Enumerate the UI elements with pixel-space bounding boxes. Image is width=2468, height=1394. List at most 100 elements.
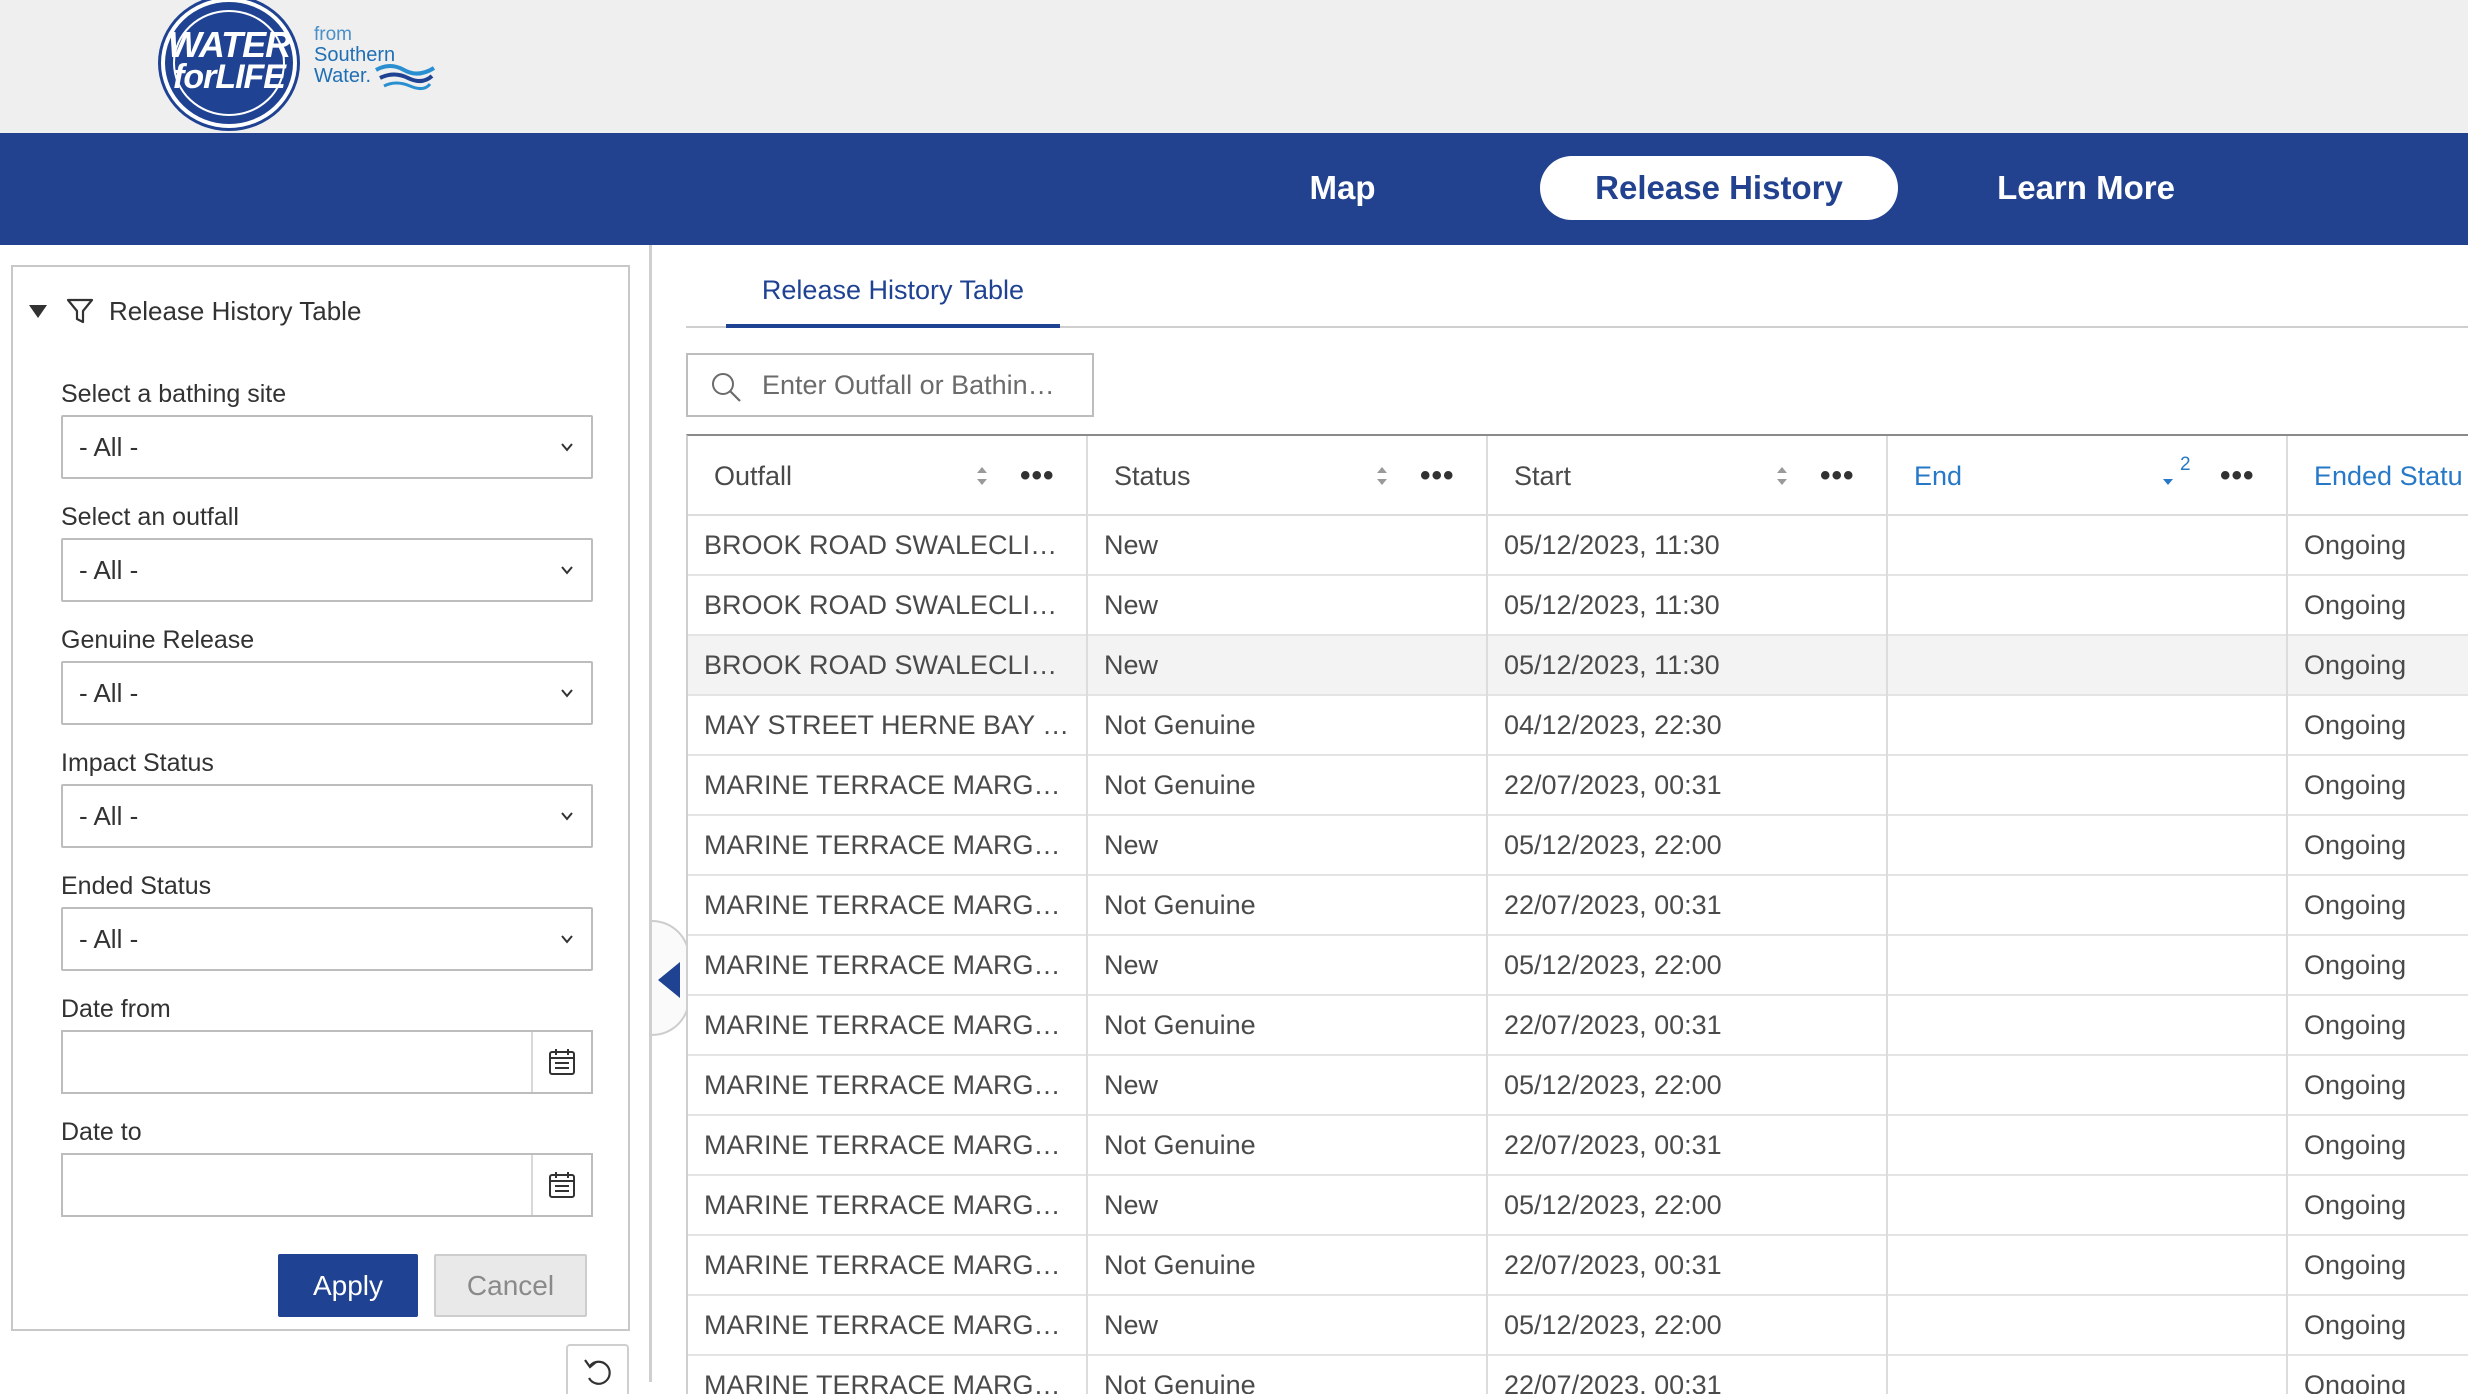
- cell-end: [1888, 1116, 2288, 1176]
- cell-status: Not Genuine: [1088, 1356, 1488, 1394]
- cell-end: [1888, 696, 2288, 756]
- cell-outfall: MARINE TERRACE MARG…: [688, 1116, 1088, 1176]
- cell-start: 22/07/2023, 00:31: [1488, 876, 1888, 936]
- filter-card-header[interactable]: Release History Table: [29, 293, 361, 329]
- more-icon[interactable]: •••: [1820, 436, 1855, 516]
- cell-end: [1888, 576, 2288, 636]
- cell-status: Not Genuine: [1088, 756, 1488, 816]
- more-icon[interactable]: •••: [1420, 436, 1455, 516]
- bathing-site-select[interactable]: - All -: [61, 415, 593, 479]
- nav-map[interactable]: Map: [1270, 156, 1415, 220]
- cell-status: New: [1088, 1296, 1488, 1356]
- cell-status: Not Genuine: [1088, 696, 1488, 756]
- cell-end: [1888, 1236, 2288, 1296]
- ended-status-select[interactable]: - All -: [61, 907, 593, 971]
- date-from-picker-button[interactable]: [531, 1032, 591, 1092]
- date-from-input[interactable]: [61, 1030, 593, 1094]
- nav-release-history[interactable]: Release History: [1540, 156, 1898, 220]
- outfall-value: - All -: [79, 555, 139, 585]
- table-row[interactable]: MARINE TERRACE MARG… Not Genuine 22/07/202…: [688, 756, 2468, 816]
- cell-start: 22/07/2023, 00:31: [1488, 1116, 1888, 1176]
- cell-outfall: MARINE TERRACE MARG…: [688, 1356, 1088, 1394]
- chevron-down-icon: [561, 689, 573, 698]
- table-row[interactable]: MARINE TERRACE MARG… Not Genuine 22/07/202…: [688, 1236, 2468, 1296]
- cell-status: Not Genuine: [1088, 996, 1488, 1056]
- reset-filters-button[interactable]: [566, 1344, 629, 1394]
- cell-start: 05/12/2023, 22:00: [1488, 936, 1888, 996]
- water-for-life-logo[interactable]: WATER forLIFE: [161, 0, 297, 128]
- cell-start: 04/12/2023, 22:30: [1488, 696, 1888, 756]
- more-icon[interactable]: •••: [2220, 436, 2255, 516]
- cell-ended-status: Ongoing: [2304, 650, 2407, 680]
- sort-icon[interactable]: [1774, 462, 1790, 490]
- table-row[interactable]: MARINE TERRACE MARG… New 05/12/2023, 22:00…: [688, 1296, 2468, 1356]
- column-header-end[interactable]: End 2 •••: [1888, 436, 2288, 516]
- cell-start: 22/07/2023, 00:31: [1488, 996, 1888, 1056]
- table-row[interactable]: MARINE TERRACE MARG… New 05/12/2023, 22:00…: [688, 1176, 2468, 1236]
- cell-ended-status: Ongoing: [2304, 1370, 2407, 1394]
- column-header-start[interactable]: Start •••: [1488, 436, 1888, 516]
- collapse-panel-toggle[interactable]: [652, 920, 690, 1036]
- cell-outfall: BROOK ROAD SWALECLI…: [688, 516, 1088, 576]
- tab-release-history-table[interactable]: Release History Table: [726, 275, 1060, 328]
- column-header-outfall[interactable]: Outfall •••: [688, 436, 1088, 516]
- sort-descending-icon[interactable]: [2160, 462, 2176, 490]
- ended-status-label: Ended Status: [61, 872, 212, 900]
- bathing-site-label: Select a bathing site: [61, 380, 287, 408]
- genuine-release-select[interactable]: - All -: [61, 661, 593, 725]
- cell-end: [1888, 756, 2288, 816]
- genuine-release-label: Genuine Release: [61, 626, 255, 654]
- date-to-label: Date to: [61, 1118, 142, 1146]
- cell-ended-status: Ongoing: [2304, 590, 2407, 620]
- impact-status-select[interactable]: - All -: [61, 784, 593, 848]
- apply-button[interactable]: Apply: [278, 1254, 418, 1317]
- outfall-select[interactable]: - All -: [61, 538, 593, 602]
- cell-start: 22/07/2023, 00:31: [1488, 1236, 1888, 1296]
- table-row[interactable]: BROOK ROAD SWALECLI… New 05/12/2023, 11:30…: [688, 516, 2468, 576]
- cell-ended-status: Ongoing: [2304, 890, 2407, 920]
- sort-icon[interactable]: [974, 462, 990, 490]
- search-icon: [712, 373, 741, 402]
- cell-end: [1888, 816, 2288, 876]
- column-header-ended-status[interactable]: Ended Statu: [2288, 436, 2468, 516]
- cell-end: [1888, 936, 2288, 996]
- main-navigation: Map Release History Learn More: [0, 133, 2468, 245]
- cell-status: New: [1088, 1176, 1488, 1236]
- cell-ended-status: Ongoing: [2304, 1190, 2407, 1220]
- funnel-icon: [66, 298, 94, 324]
- cell-outfall: MARINE TERRACE MARG…: [688, 1236, 1088, 1296]
- column-label-outfall: Outfall: [714, 461, 793, 491]
- table-row[interactable]: MARINE TERRACE MARG… Not Genuine 22/07/202…: [688, 1356, 2468, 1394]
- cell-outfall: MARINE TERRACE MARG…: [688, 1056, 1088, 1116]
- nav-learn-more[interactable]: Learn More: [1966, 156, 2206, 220]
- table-row[interactable]: MARINE TERRACE MARG… Not Genuine 22/07/202…: [688, 876, 2468, 936]
- more-icon[interactable]: •••: [1020, 436, 1055, 516]
- calendar-icon: [549, 1172, 575, 1198]
- cell-outfall: MARINE TERRACE MARG…: [688, 756, 1088, 816]
- filter-card-title: Release History Table: [109, 295, 362, 326]
- cell-ended-status: Ongoing: [2304, 830, 2407, 860]
- column-header-status[interactable]: Status •••: [1088, 436, 1488, 516]
- impact-status-label: Impact Status: [61, 749, 214, 777]
- sort-order-badge: 2: [2180, 454, 2191, 475]
- table-row[interactable]: MARINE TERRACE MARG… Not Genuine 22/07/202…: [688, 1116, 2468, 1176]
- chevron-down-icon: [561, 443, 573, 452]
- release-history-table: Outfall ••• Status ••• Start ••• End 2 •…: [686, 434, 2468, 1394]
- cell-start: 05/12/2023, 11:30: [1488, 516, 1888, 576]
- table-row[interactable]: MAY STREET HERNE BAY … Not Genuine 04/12/2…: [688, 696, 2468, 756]
- table-row[interactable]: MARINE TERRACE MARG… New 05/12/2023, 22:00…: [688, 936, 2468, 996]
- sort-icon[interactable]: [1374, 462, 1390, 490]
- logo-text-for-life: forLIFE: [173, 58, 286, 96]
- table-row[interactable]: BROOK ROAD SWALECLI… New 05/12/2023, 11:30…: [688, 576, 2468, 636]
- table-row[interactable]: MARINE TERRACE MARG… New 05/12/2023, 22:00…: [688, 1056, 2468, 1116]
- table-row[interactable]: MARINE TERRACE MARG… Not Genuine 22/07/202…: [688, 996, 2468, 1056]
- search-input[interactable]: [762, 357, 1084, 413]
- date-to-input[interactable]: [61, 1153, 593, 1217]
- cancel-button[interactable]: Cancel: [434, 1254, 587, 1317]
- search-box[interactable]: [686, 353, 1094, 417]
- cell-start: 05/12/2023, 11:30: [1488, 576, 1888, 636]
- table-row[interactable]: MARINE TERRACE MARG… New 05/12/2023, 22:00…: [688, 816, 2468, 876]
- date-to-picker-button[interactable]: [531, 1155, 591, 1215]
- table-row[interactable]: BROOK ROAD SWALECLI… New 05/12/2023, 11:30…: [688, 636, 2468, 696]
- triangle-down-icon[interactable]: [29, 304, 47, 318]
